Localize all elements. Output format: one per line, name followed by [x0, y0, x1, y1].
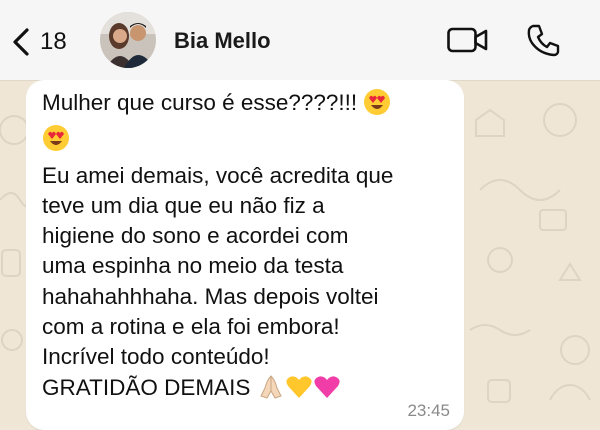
heart-eyes-emoji — [363, 88, 391, 124]
message-bubble[interactable]: Mulher que curso é esse????!!! Eu amei d… — [26, 80, 464, 430]
message-timestamp: 23:45 — [407, 401, 450, 420]
avatar[interactable] — [100, 12, 156, 68]
message-last-line: GRATIDÃO DEMAIS — [42, 374, 251, 400]
message-line-1: Mulher que curso é esse????!!! — [42, 90, 358, 115]
heart-eyes-emoji — [42, 124, 70, 160]
back-button[interactable]: 18 — [10, 22, 67, 62]
message-body: Eu amei demais, você acredita que teve u… — [42, 162, 394, 370]
unread-count: 18 — [40, 28, 67, 55]
voice-call-button[interactable] — [524, 22, 560, 58]
pink-heart-emoji — [313, 373, 341, 409]
yellow-heart-emoji — [285, 373, 313, 409]
message-text: Mulher que curso é esse????!!! Eu amei d… — [42, 88, 462, 409]
phone-icon — [527, 24, 560, 57]
praying-hands-emoji — [257, 373, 285, 409]
chat-header: 18 Bia Mello — [0, 0, 600, 80]
video-call-button[interactable] — [446, 24, 490, 56]
avatar-photo — [100, 12, 156, 68]
contact-name[interactable]: Bia Mello — [174, 28, 271, 54]
chevron-left-icon — [13, 28, 29, 56]
video-camera-icon — [447, 27, 488, 53]
